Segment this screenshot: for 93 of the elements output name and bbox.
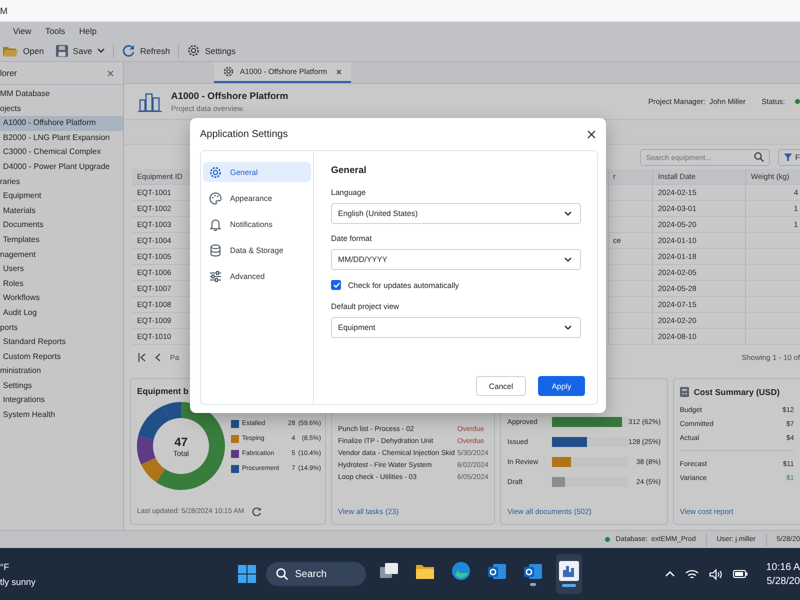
search-icon	[754, 152, 764, 162]
wifi-icon[interactable]	[685, 568, 700, 580]
status-dot	[795, 99, 800, 104]
table-cell	[608, 249, 652, 265]
dialog-title: Application Settings	[200, 128, 288, 140]
tree-item[interactable]: B2000 - LNG Plant Expansion	[0, 130, 123, 146]
previous-icon[interactable]	[155, 353, 161, 362]
project-title: A1000 - Offshore Platform	[171, 90, 288, 102]
checkbox[interactable]	[331, 280, 341, 290]
settings-icon	[223, 66, 234, 77]
tree-item[interactable]: Custom Reports	[0, 350, 123, 364]
tree-item[interactable]: Standard Reports	[0, 335, 123, 350]
volume-icon[interactable]	[709, 568, 724, 580]
open-button[interactable]: Open	[0, 40, 50, 60]
tree-item[interactable]: Integrations	[0, 393, 123, 408]
search-icon	[276, 568, 288, 580]
card-title: Equipment b	[137, 386, 190, 396]
task-view-icon	[380, 563, 398, 579]
first-page-icon[interactable]	[138, 353, 146, 362]
filter-button[interactable]: F	[778, 148, 800, 166]
tree-item[interactable]: Equipment	[0, 189, 123, 204]
folder-icon	[3, 44, 18, 56]
tree-item[interactable]: Workflows	[0, 291, 123, 306]
check-icon	[332, 282, 340, 288]
settings-icon	[209, 166, 222, 178]
tree-item[interactable]: Materials	[0, 204, 123, 218]
tree-item[interactable]: ports	[0, 320, 123, 336]
tree-item[interactable]: Roles	[0, 276, 123, 292]
bell-icon	[209, 218, 222, 230]
sliders-icon	[209, 270, 222, 282]
table-cell	[608, 185, 652, 201]
save-button[interactable]: Save	[50, 40, 112, 60]
clock-time: 10:16 A	[766, 562, 800, 572]
tree-item[interactable]: System Health	[0, 408, 123, 423]
folder-icon	[416, 564, 434, 578]
table-cell	[608, 217, 652, 233]
table-cell	[608, 329, 652, 345]
app-icon	[559, 561, 579, 581]
caret-icon	[564, 211, 572, 216]
tree-item[interactable]: C3000 - Chemical Complex	[0, 145, 123, 160]
buildings-icon	[138, 92, 162, 112]
start-icon[interactable]	[238, 565, 256, 583]
table-cell	[608, 297, 652, 313]
total-value: 47	[174, 434, 188, 448]
close-icon[interactable]	[107, 70, 114, 76]
tree-item[interactable]: Documents	[0, 218, 123, 233]
palette-icon	[209, 192, 222, 204]
edge-icon	[452, 562, 470, 580]
chevron-up-icon[interactable]	[665, 571, 676, 577]
filter-icon	[784, 152, 792, 162]
table-cell	[608, 313, 652, 329]
tree-item[interactable]: A1000 - Offshore Platform	[0, 116, 123, 131]
mail-icon	[524, 562, 542, 580]
tree-item[interactable]: MM Database	[0, 87, 123, 102]
close-button[interactable]	[585, 128, 598, 140]
tree-item[interactable]: nagement	[0, 248, 123, 262]
status-dot	[604, 537, 610, 542]
battery-icon[interactable]	[733, 570, 748, 578]
tree-item[interactable]: Audit Log	[0, 306, 123, 320]
taskbar-search[interactable]: Search	[266, 562, 366, 586]
taskbar-app[interactable]	[556, 554, 582, 594]
menu-item[interactable]: Help	[79, 26, 97, 36]
section-heading: General	[331, 165, 368, 176]
tree-item[interactable]: Users	[0, 262, 123, 277]
save-icon	[56, 44, 68, 56]
window-title: M	[0, 6, 8, 16]
settings-icon	[186, 44, 200, 57]
close-icon[interactable]	[336, 68, 342, 74]
tree-item[interactable]: ojects	[0, 102, 123, 116]
tree-item[interactable]: D4000 - Power Plant Upgrade	[0, 160, 123, 175]
caret-icon	[564, 257, 572, 262]
settings-button[interactable]: Settings	[180, 40, 242, 60]
card-title: Cost Summary (USD)	[694, 387, 780, 397]
tree-item[interactable]: raries	[0, 174, 123, 190]
caret-icon	[564, 325, 572, 330]
database-icon	[209, 244, 222, 256]
table-cell	[608, 281, 652, 297]
calculator-icon	[680, 387, 689, 397]
refresh-icon[interactable]	[252, 507, 262, 516]
table-cell	[608, 201, 652, 217]
tree-item[interactable]: Settings	[0, 378, 123, 394]
panel-title: lorer	[0, 68, 18, 78]
refresh-button[interactable]: Refresh	[116, 40, 176, 60]
clock-date: 5/28/20	[766, 576, 800, 586]
tree-item[interactable]: ministration	[0, 364, 123, 379]
weather-temperature: °F	[0, 562, 10, 572]
mail-icon	[488, 562, 506, 580]
table-cell	[608, 265, 652, 281]
refresh-icon	[122, 44, 136, 57]
tree-item[interactable]: Templates	[0, 232, 123, 248]
menu-item[interactable]: View	[13, 26, 32, 36]
weather-condition: tly sunny	[0, 576, 37, 586]
menu-item[interactable]: Tools	[45, 26, 66, 36]
